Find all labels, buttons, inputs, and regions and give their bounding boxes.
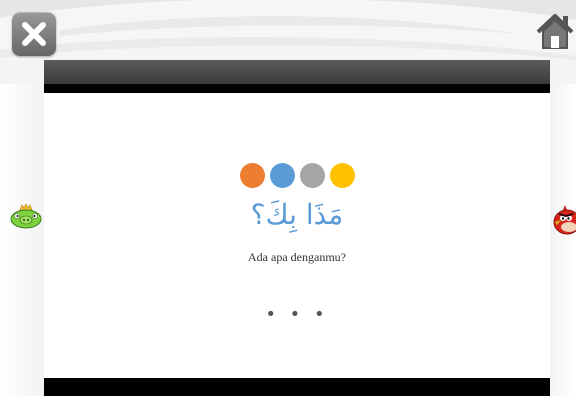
home-icon bbox=[536, 14, 574, 49]
close-button[interactable] bbox=[12, 12, 56, 56]
viewer-top-bar bbox=[44, 60, 550, 84]
dot-blue bbox=[269, 163, 295, 188]
green-pig-icon bbox=[10, 203, 42, 229]
left-margin bbox=[0, 84, 44, 396]
dot-orange bbox=[239, 163, 265, 188]
slide-content: مَذَا بِكَ؟ Ada apa denganmu? • • • bbox=[44, 93, 550, 378]
close-x-icon bbox=[22, 22, 46, 46]
color-dots bbox=[44, 163, 550, 189]
home-button[interactable] bbox=[534, 10, 576, 52]
more-indicator: • • • bbox=[265, 304, 329, 325]
right-margin bbox=[550, 84, 576, 396]
viewer-bottom-border bbox=[44, 378, 550, 396]
previous-button[interactable] bbox=[9, 203, 43, 229]
arabic-phrase: مَذَا بِكَ؟ bbox=[250, 198, 344, 231]
translation-text: Ada apa denganmu? bbox=[248, 250, 346, 264]
dot-gray bbox=[299, 163, 325, 188]
dot-yellow bbox=[329, 163, 355, 188]
slide-viewer: مَذَا بِكَ؟ Ada apa denganmu? • • • bbox=[44, 60, 550, 396]
viewer-top-border bbox=[44, 84, 550, 93]
next-button[interactable] bbox=[551, 205, 576, 235]
red-angry-bird-icon bbox=[553, 205, 576, 235]
